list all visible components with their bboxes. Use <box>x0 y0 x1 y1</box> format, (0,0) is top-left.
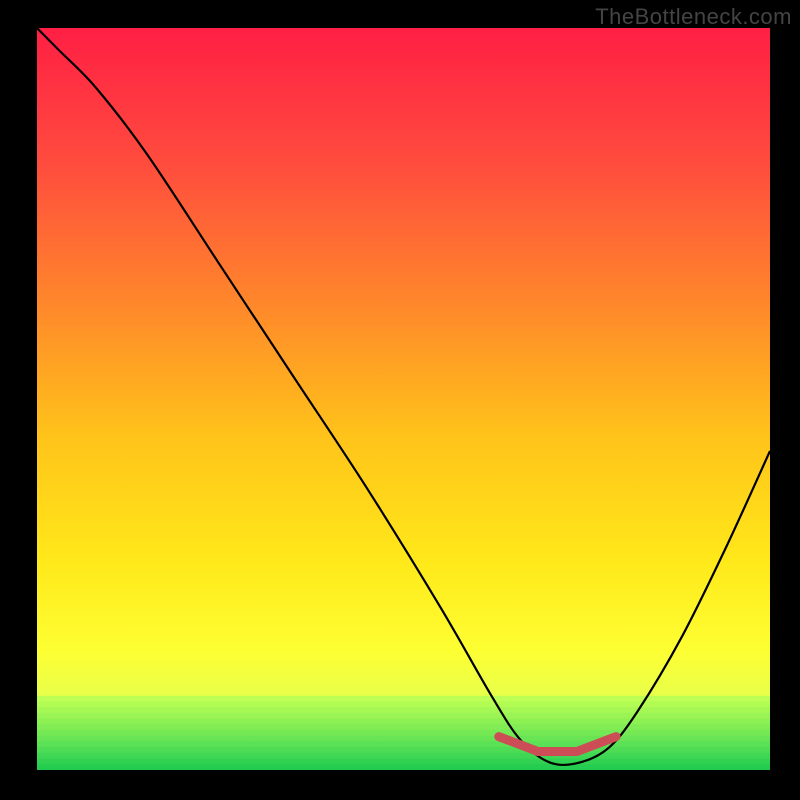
chart-frame: TheBottleneck.com <box>0 0 800 800</box>
good-zone-band <box>37 696 770 776</box>
gradient-background <box>37 28 770 770</box>
bottleneck-curve-chart <box>0 0 800 800</box>
